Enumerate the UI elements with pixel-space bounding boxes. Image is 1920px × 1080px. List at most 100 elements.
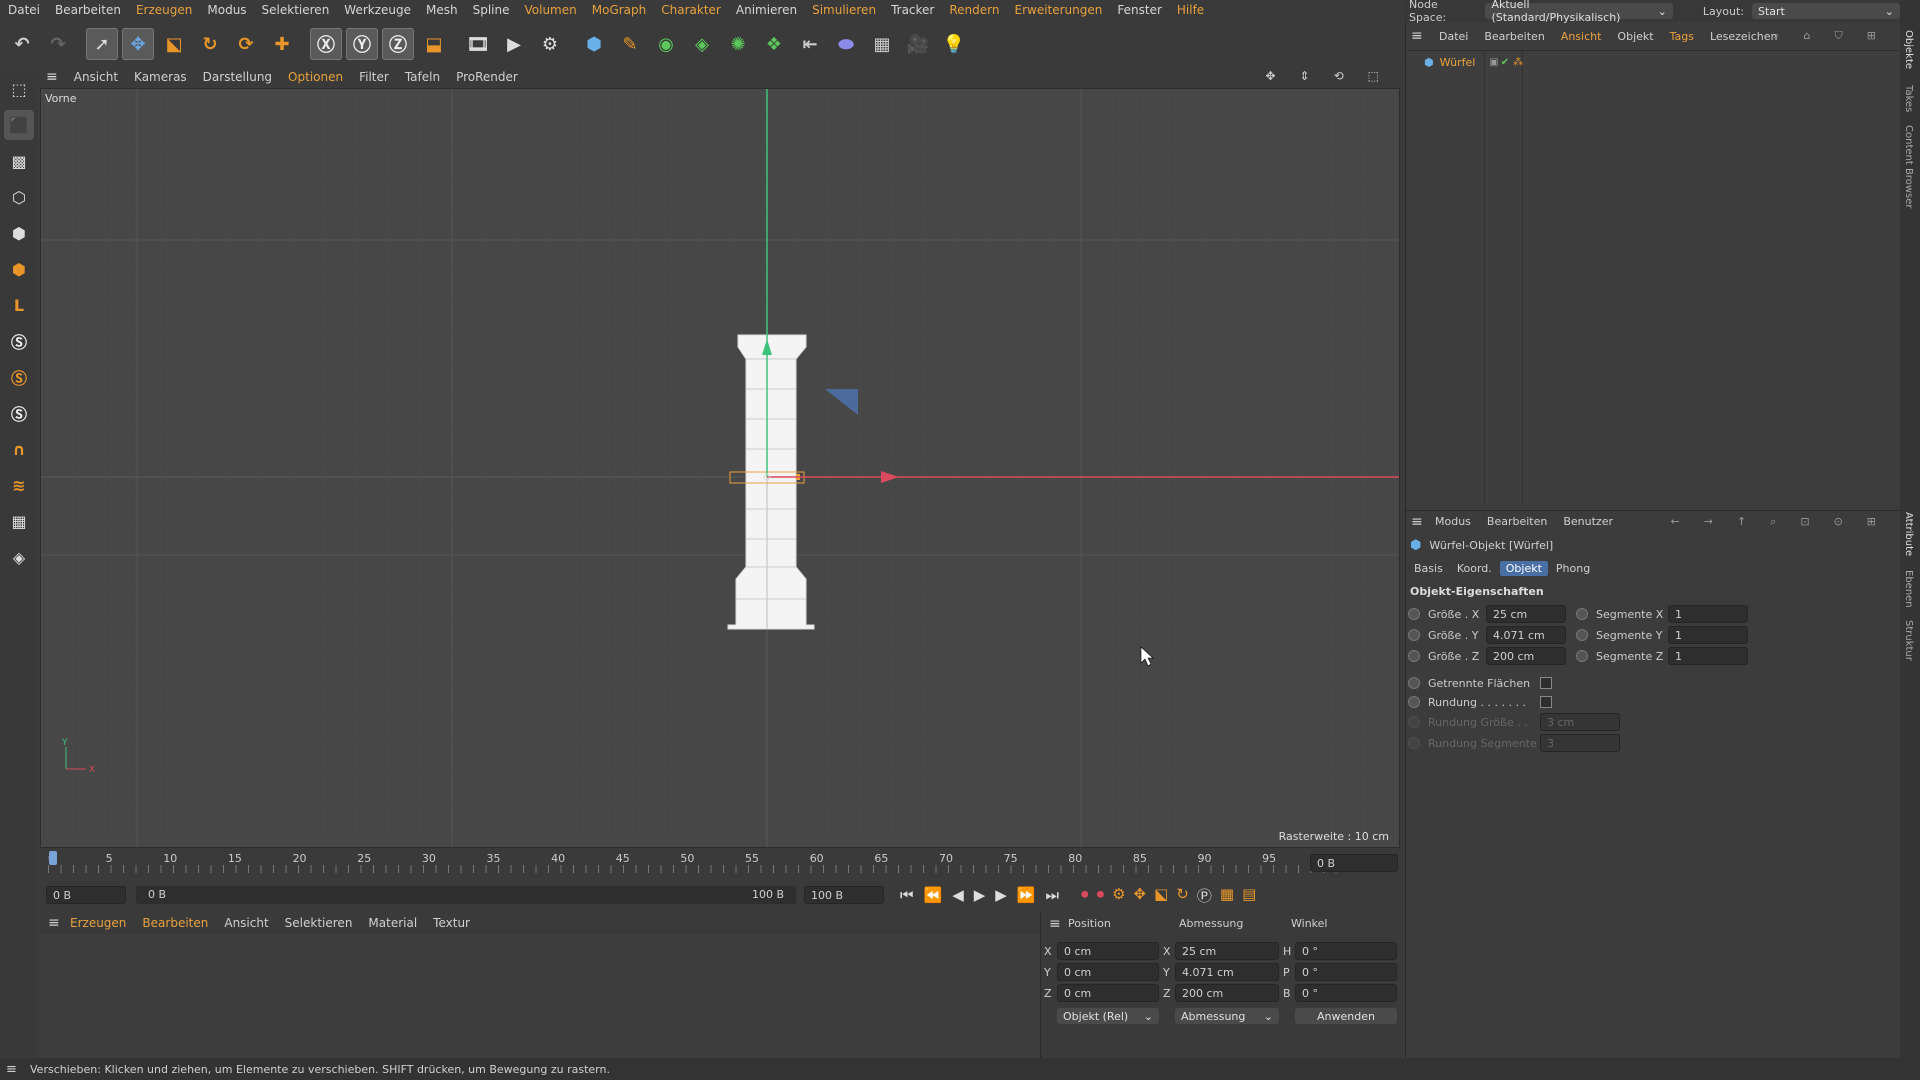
side-tab-takes[interactable]: Takes: [1903, 85, 1914, 112]
anim-radio[interactable]: [1408, 650, 1420, 662]
status-hamburger-icon[interactable]: ≡: [6, 1062, 17, 1077]
anim-radio[interactable]: [1576, 650, 1588, 662]
viewport[interactable]: Y X Vorne Rasterweite : 10 cm: [40, 88, 1400, 848]
pos-z-field[interactable]: 0 cm: [1057, 984, 1159, 1002]
separate-surfaces-checkbox[interactable]: [1540, 677, 1552, 689]
coordinate-system-icon[interactable]: ⬓: [418, 28, 450, 60]
transform-tool-icon[interactable]: ⟳: [230, 28, 262, 60]
selection-tool-icon[interactable]: ➚: [86, 28, 118, 60]
menu-mograph[interactable]: MoGraph: [592, 3, 647, 17]
menu-erweiterungen[interactable]: Erweiterungen: [1014, 3, 1102, 17]
coords-hamburger-icon[interactable]: ≡: [1049, 916, 1061, 932]
magnet-icon[interactable]: ∩: [4, 434, 34, 464]
size-x-input[interactable]: 25 cm: [1486, 605, 1566, 623]
layer-icon[interactable]: ▣: [1489, 57, 1498, 68]
tag-icon[interactable]: ⁂: [1513, 57, 1523, 68]
new-window-icon[interactable]: ⊞: [1867, 29, 1876, 43]
snap-icon[interactable]: ▦: [4, 506, 34, 536]
mograph-icon[interactable]: ❖: [758, 28, 790, 60]
attr-menu-modus[interactable]: Modus: [1435, 515, 1471, 528]
goto-end-icon[interactable]: ⏭: [1046, 886, 1060, 904]
pos-y-field[interactable]: 0 cm: [1057, 963, 1159, 981]
timeline-window-icon[interactable]: ▤: [1242, 885, 1256, 906]
mat-menu-textur[interactable]: Textur: [433, 916, 470, 930]
search-icon[interactable]: ⌕: [1773, 29, 1779, 43]
anim-radio[interactable]: [1408, 629, 1420, 641]
forward-arrow-icon[interactable]: →: [1704, 515, 1713, 529]
subdivision-icon[interactable]: ◉: [650, 28, 682, 60]
obj-menu-datei[interactable]: Datei: [1439, 30, 1468, 43]
vp-menu-kameras[interactable]: Kameras: [134, 70, 187, 84]
object-hamburger-icon[interactable]: ≡: [1411, 28, 1423, 44]
menu-erzeugen[interactable]: Erzeugen: [136, 3, 192, 17]
vp-menu-darstellung[interactable]: Darstellung: [203, 70, 272, 84]
obj-menu-tags[interactable]: Tags: [1670, 30, 1694, 43]
mat-menu-bearbeiten[interactable]: Bearbeiten: [142, 916, 208, 930]
coord-mode-select[interactable]: Objekt (Rel) ⌄: [1057, 1008, 1159, 1024]
size-y-field[interactable]: 4.071 cm: [1175, 963, 1279, 981]
add-tool-icon[interactable]: ✚: [266, 28, 298, 60]
make-editable-icon[interactable]: ⬚: [4, 74, 34, 104]
material-hamburger-icon[interactable]: ≡: [48, 915, 60, 931]
rotate-tool-icon[interactable]: ↻: [194, 28, 226, 60]
pos-x-field[interactable]: 0 cm: [1057, 942, 1159, 960]
camera-icon[interactable]: 🎥: [902, 28, 934, 60]
timeline-ruler[interactable]: 0510152025303540455055606570758085909510…: [40, 848, 1402, 878]
size-mode-select[interactable]: Abmessung ⌄: [1175, 1008, 1279, 1024]
mat-menu-erzeugen[interactable]: Erzeugen: [70, 916, 126, 930]
anim-radio[interactable]: [1576, 608, 1588, 620]
back-arrow-icon[interactable]: ←: [1671, 515, 1680, 529]
menu-volumen[interactable]: Volumen: [525, 3, 577, 17]
rot-b-field[interactable]: 0 °: [1295, 984, 1397, 1002]
current-frame-field[interactable]: 0 B: [1310, 854, 1398, 872]
anim-radio[interactable]: [1408, 677, 1420, 689]
lock-icon[interactable]: ⊡: [1800, 515, 1809, 529]
field-icon[interactable]: ⬬: [830, 28, 862, 60]
next-key-icon[interactable]: ⏩: [1017, 886, 1036, 904]
menu-mesh[interactable]: Mesh: [426, 3, 458, 17]
x-axis-lock-icon[interactable]: Ⓧ: [310, 28, 342, 60]
menu-rendern[interactable]: Rendern: [949, 3, 999, 17]
key-scale-icon[interactable]: ⬕: [1154, 885, 1168, 906]
object-list[interactable]: ⬢ Würfel ▣ ✔ ⁂: [1408, 50, 1898, 506]
texture-mode-icon[interactable]: ▩: [4, 146, 34, 176]
scale-tool-icon[interactable]: ⬕: [158, 28, 190, 60]
key-position-icon[interactable]: ✥: [1134, 885, 1147, 906]
vp-menu-optionen[interactable]: Optionen: [288, 70, 343, 84]
vp-menu-filter[interactable]: Filter: [359, 70, 389, 84]
render-settings-icon[interactable]: ⚙: [534, 28, 566, 60]
next-frame-icon[interactable]: ▶: [995, 886, 1007, 904]
axis-mode-icon[interactable]: L: [4, 290, 34, 320]
floor-icon[interactable]: ▦: [866, 28, 898, 60]
solo-hierarchy-icon[interactable]: Ⓢ: [4, 398, 34, 428]
side-tab-struktur[interactable]: Struktur: [1903, 620, 1914, 661]
key-rotation-icon[interactable]: ↻: [1176, 885, 1189, 906]
segments-x-input[interactable]: 1: [1668, 605, 1748, 623]
segments-z-input[interactable]: 1: [1668, 647, 1748, 665]
vp-menu-ansicht[interactable]: Ansicht: [74, 70, 118, 84]
deformer-icon[interactable]: ⇤: [794, 28, 826, 60]
up-arrow-icon[interactable]: ↑: [1737, 515, 1746, 529]
render-region-icon[interactable]: 🎞: [462, 28, 494, 60]
model-mode-icon[interactable]: ⬛: [4, 110, 34, 140]
menu-spline[interactable]: Spline: [473, 3, 510, 17]
side-tab-attribute[interactable]: Attribute: [1903, 512, 1914, 556]
fillet-checkbox[interactable]: [1540, 696, 1552, 708]
attr-menu-bearbeiten[interactable]: Bearbeiten: [1487, 515, 1547, 528]
obj-menu-objekt[interactable]: Objekt: [1617, 30, 1653, 43]
tab-koord[interactable]: Koord.: [1451, 561, 1498, 576]
cloner-icon[interactable]: ✺: [722, 28, 754, 60]
anim-radio[interactable]: [1408, 608, 1420, 620]
anim-radio[interactable]: [1408, 696, 1420, 708]
obj-menu-lesezeichen[interactable]: Lesezeichen: [1710, 30, 1778, 43]
points-mode-icon[interactable]: ⬡: [4, 182, 34, 212]
menu-selektieren[interactable]: Selektieren: [262, 3, 330, 17]
end-frame-field[interactable]: 100 B: [804, 886, 884, 904]
key-pla-icon[interactable]: ▦: [1220, 885, 1234, 906]
prev-frame-icon[interactable]: ◀: [952, 886, 964, 904]
menu-tracker[interactable]: Tracker: [891, 3, 934, 17]
anim-radio[interactable]: [1576, 629, 1588, 641]
cube-icon[interactable]: ⬢: [578, 28, 610, 60]
play-icon[interactable]: ▶: [974, 886, 986, 904]
side-tab-content-browser[interactable]: Content Browser: [1903, 125, 1914, 208]
